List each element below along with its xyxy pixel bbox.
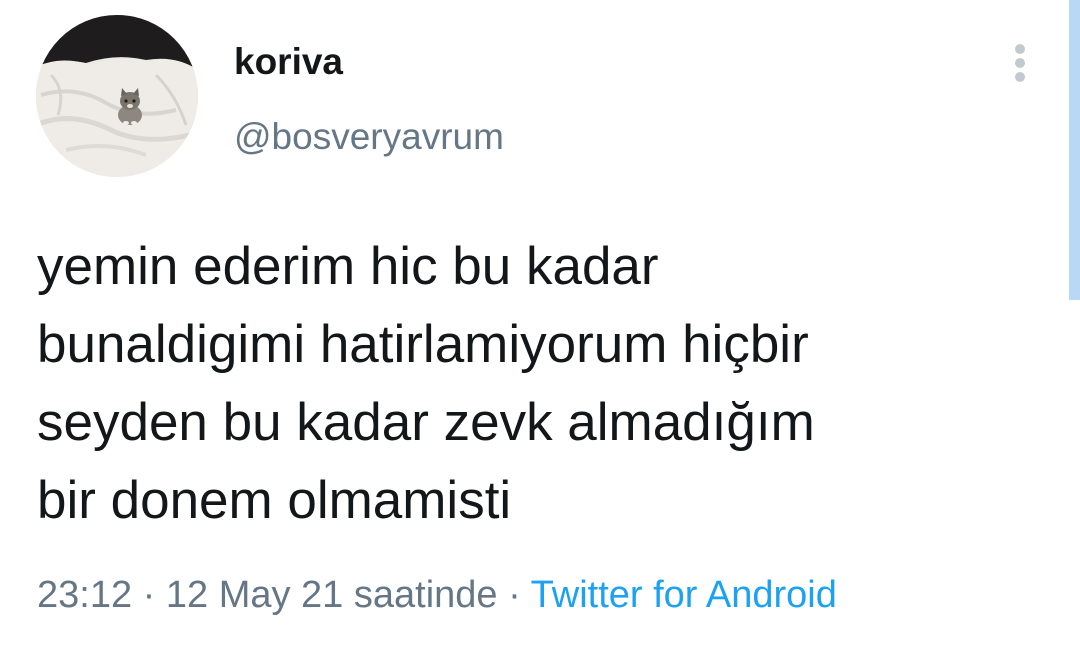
tweet-text-line: bir donem olmamisti bbox=[37, 471, 512, 530]
separator: · bbox=[142, 574, 156, 616]
tweet-text-line: bunaldigimi hatirlamiyorum hiçbir bbox=[37, 315, 809, 374]
user-handle[interactable]: @bosveryavrum bbox=[234, 115, 504, 159]
cat-on-bed-avatar bbox=[36, 15, 198, 177]
display-name[interactable]: koriva bbox=[234, 40, 343, 84]
scrollbar[interactable] bbox=[1069, 0, 1080, 300]
avatar[interactable] bbox=[36, 15, 198, 177]
tweet-text-line: seyden bu kadar zevk almadığım bbox=[37, 393, 815, 452]
tweet-text-line: yemin ederim hic bu kadar bbox=[37, 237, 659, 296]
tweet-time[interactable]: 23:12 bbox=[37, 574, 132, 616]
tweet-date[interactable]: 12 May 21 saatinde bbox=[166, 574, 498, 616]
tweet-metadata: 23:12 · 12 May 21 saatinde · Twitter for… bbox=[37, 570, 837, 620]
tweet-text: yemin ederim hic bu kadar bunaldigimi ha… bbox=[37, 228, 1037, 540]
more-options-button[interactable] bbox=[1004, 40, 1036, 86]
tweet-card: koriva @bosveryavrum yemin ederim hic bu… bbox=[0, 0, 1080, 659]
separator: · bbox=[508, 574, 521, 616]
source-link[interactable]: Twitter for Android bbox=[531, 574, 837, 616]
